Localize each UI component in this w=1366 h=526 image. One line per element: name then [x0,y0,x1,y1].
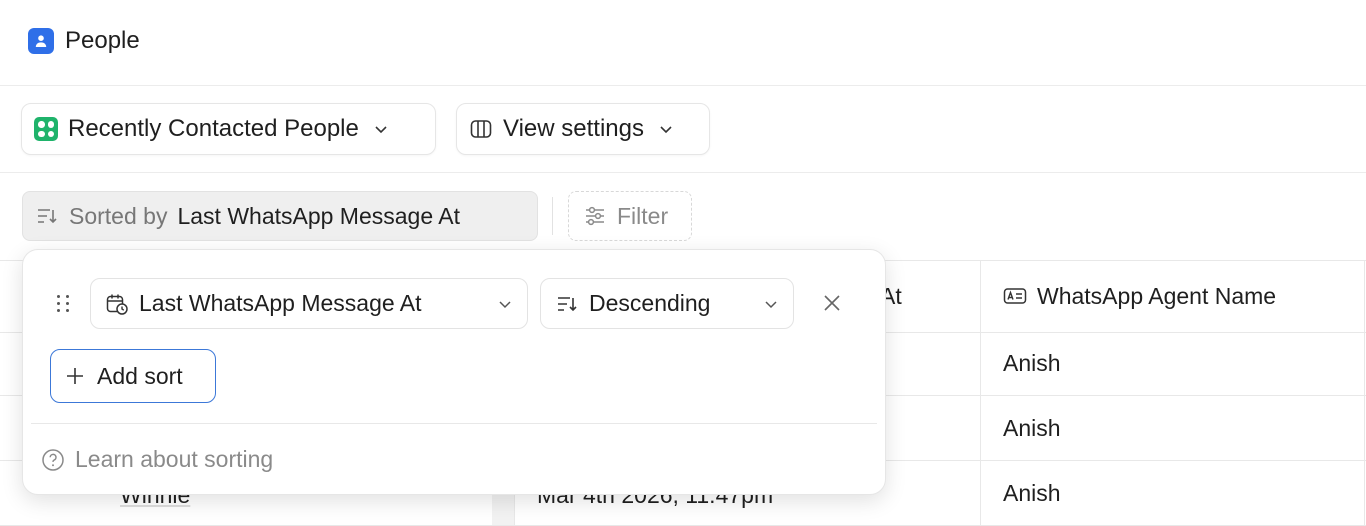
agent-name-cell[interactable]: Anish [1003,480,1061,507]
sort-direction-label: Descending [589,290,711,316]
sort-prefix: Sorted by [69,202,168,229]
view-settings-label: View settings [503,115,644,142]
column-header-label: WhatsApp Agent Name [1037,282,1277,309]
filter-label: Filter [617,202,669,229]
text-field-icon [1003,288,1027,304]
sort-direction-select[interactable]: Descending [540,278,794,329]
view-grid-icon [34,117,58,141]
add-sort-button[interactable]: Add sort [50,349,216,403]
page-header: People [28,26,140,56]
plus-icon [67,368,83,384]
learn-about-sorting-label: Learn about sorting [75,446,274,472]
filter-button[interactable]: Filter [568,191,692,241]
close-icon [824,295,840,311]
divider [552,197,553,235]
sort-field: Last WhatsApp Message At [177,202,460,229]
sort-descending-icon [558,296,577,311]
divider [0,172,1366,173]
drag-handle-icon[interactable] [57,295,71,313]
chevron-down-icon [765,300,777,308]
filter-sliders-icon [586,206,604,226]
chevron-down-icon [660,126,672,134]
person-icon [28,28,54,54]
remove-sort-button[interactable] [819,290,845,316]
view-name: Recently Contacted People [68,115,359,142]
sort-field-label: Last WhatsApp Message At [139,290,422,316]
agent-name-cell[interactable]: Anish [1003,415,1061,442]
learn-about-sorting-link[interactable]: Learn about sorting [41,446,273,473]
help-circle-icon [42,448,64,471]
columns-icon [470,120,492,138]
divider [31,423,877,424]
page-title: People [65,27,140,54]
sort-chip[interactable]: Sorted by Last WhatsApp Message At [22,191,538,241]
column-divider [980,260,981,526]
chevron-down-icon [375,126,387,134]
agent-name-cell[interactable]: Anish [1003,350,1061,377]
column-divider [1364,260,1365,526]
view-picker-button[interactable]: Recently Contacted People [21,103,436,155]
sort-field-select[interactable]: Last WhatsApp Message At [90,278,528,329]
column-header-agent-name[interactable]: WhatsApp Agent Name [1003,260,1276,332]
divider [0,85,1366,86]
calendar-clock-icon [106,294,128,315]
view-settings-button[interactable]: View settings [456,103,710,155]
add-sort-label: Add sort [97,362,183,389]
sort-icon [38,209,57,224]
chevron-down-icon [499,300,511,308]
sort-popover: Last WhatsApp Message At Descending Add … [22,249,886,495]
